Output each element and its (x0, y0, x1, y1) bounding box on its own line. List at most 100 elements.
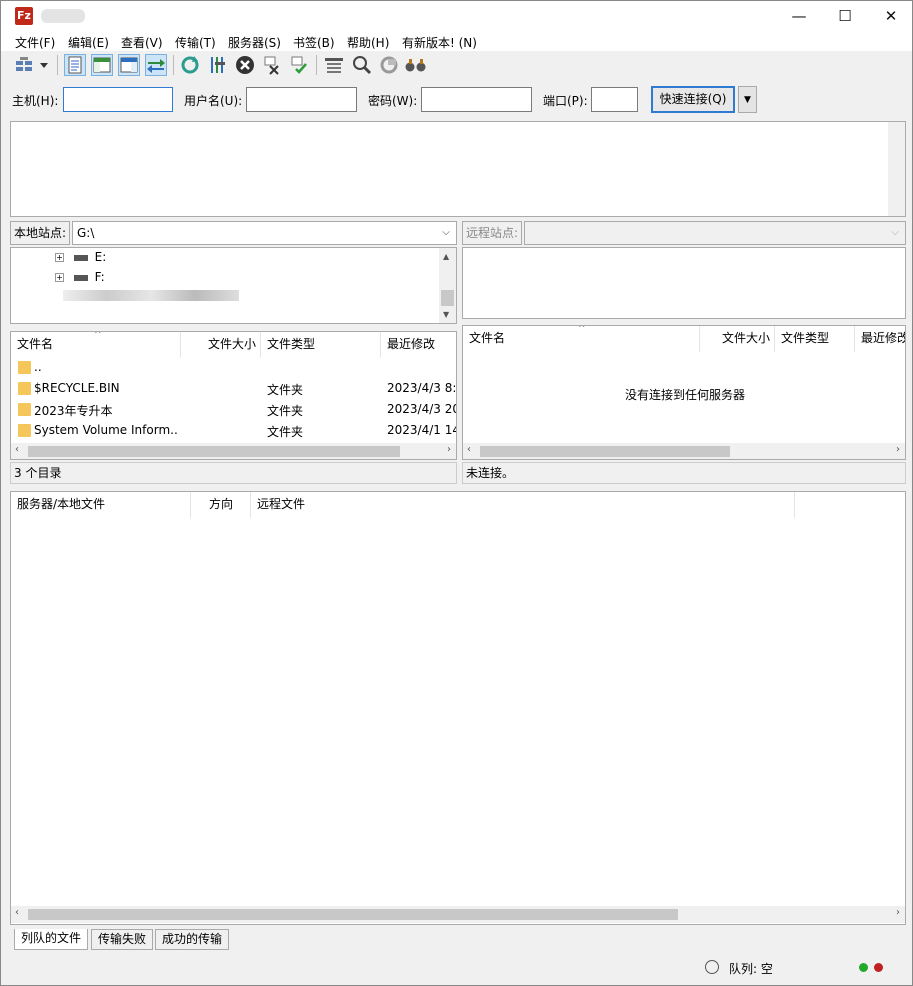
menu-server[interactable]: 服务器(S) (228, 34, 281, 51)
menu-help[interactable]: 帮助(H) (347, 34, 389, 51)
folder-icon (18, 424, 31, 437)
file-modified: 2023/4/3 20 (387, 402, 457, 416)
menu-view[interactable]: 查看(V) (121, 34, 163, 51)
queue-tabs: 列队的文件 传输失败 成功的传输 (1, 927, 912, 951)
remote-path-combo[interactable]: ⌵ (524, 221, 906, 245)
status-bar: 队列: 空 (1, 953, 912, 985)
drive-icon (73, 274, 88, 281)
col-filename[interactable]: 文件名 (463, 326, 700, 352)
col-filetype[interactable]: 文件类型 (261, 332, 381, 358)
blurred-title (41, 9, 85, 23)
expand-icon[interactable]: + (55, 253, 64, 262)
menu-file[interactable]: 文件(F) (15, 34, 55, 51)
col-filesize[interactable]: 文件大小 (700, 326, 775, 352)
site-manager-icon[interactable] (14, 54, 36, 76)
password-input[interactable] (421, 87, 532, 112)
tree-item-label: E: (94, 250, 107, 264)
port-input[interactable] (591, 87, 638, 112)
minimize-button[interactable]: — (776, 1, 822, 31)
col-modified[interactable]: 最近修改 (381, 332, 456, 358)
blurred-tree-item (63, 290, 239, 301)
remote-file-list[interactable]: ^ 文件名 文件大小 文件类型 最近修改 没有连接到任何服务器 ‹ › (462, 325, 906, 460)
local-tree-scrollbar[interactable]: ▲ ▼ (439, 248, 456, 323)
local-tree-icon[interactable] (91, 54, 113, 76)
receive-led-icon (874, 963, 883, 972)
menu-transfer[interactable]: 传输(T) (175, 34, 216, 51)
remote-tree-icon[interactable] (118, 54, 140, 76)
local-tree[interactable]: + E: + F: ▲ ▼ (10, 247, 457, 324)
file-name: .. (34, 360, 42, 374)
file-modified: 2023/4/3 8:1 (387, 381, 457, 395)
local-path-combo[interactable]: G:\ ⌵ (72, 221, 457, 245)
reconnect-icon[interactable] (288, 54, 310, 76)
local-site-bar: 本地站点: G:\ ⌵ (10, 221, 457, 245)
send-led-icon (859, 963, 868, 972)
col-server-local-file[interactable]: 服务器/本地文件 (11, 492, 191, 518)
compare-icon[interactable] (351, 54, 373, 76)
remote-site-bar: 远程站点: ⌵ (462, 221, 906, 245)
expand-icon[interactable]: + (55, 273, 64, 282)
queue-status: 队列: 空 (729, 962, 773, 976)
chevron-down-icon[interactable]: ⌵ (887, 222, 903, 244)
speed-limit-icon[interactable] (705, 960, 719, 974)
file-row[interactable]: $RECYCLE.BIN 文件夹 2023/4/3 8:1 (11, 378, 456, 399)
search-icon[interactable] (405, 54, 427, 76)
sync-browse-icon[interactable] (378, 54, 400, 76)
tab-queued-files[interactable]: 列队的文件 (14, 929, 89, 950)
col-filename[interactable]: 文件名 (11, 332, 181, 358)
tree-item-f[interactable]: + F: (55, 270, 105, 284)
port-label: 端口(P): (543, 94, 588, 108)
file-type: 文件夹 (267, 383, 304, 397)
col-modified[interactable]: 最近修改 (855, 326, 905, 352)
quickconnect-bar: 主机(H): 用户名(U): 密码(W): 端口(P): 快速连接(Q) ▼ (1, 81, 912, 117)
directory-filter-icon[interactable] (323, 54, 345, 76)
username-input[interactable] (246, 87, 357, 112)
col-filetype[interactable]: 文件类型 (775, 326, 855, 352)
transfer-queue-icon[interactable] (145, 54, 167, 76)
chevron-down-icon: ▼ (744, 95, 751, 105)
toolbar (1, 51, 912, 79)
folder-icon (18, 361, 31, 374)
local-path-value: G:\ (77, 226, 95, 240)
file-row[interactable]: 2023年专升本 文件夹 2023/4/3 20 (11, 399, 456, 420)
quickconnect-history-dropdown[interactable]: ▼ (738, 86, 757, 113)
message-log-icon[interactable] (64, 54, 86, 76)
col-filesize[interactable]: 文件大小 (181, 332, 261, 358)
local-file-list[interactable]: ^ 文件名 文件大小 文件类型 最近修改 .. $RECYCLE.BIN 文件夹… (10, 331, 457, 460)
col-remote-file[interactable]: 远程文件 (251, 492, 795, 518)
disconnect-icon[interactable] (261, 54, 283, 76)
filezilla-window: Fz — ☐ ✕ 文件(F) 编辑(E) 查看(V) 传输(T) 服务器(S) … (0, 0, 913, 986)
col-filesize-label: 文件大小 (207, 337, 256, 351)
col-direction[interactable]: 方向 (191, 492, 251, 518)
queue-hscrollbar[interactable]: ‹ › (11, 906, 905, 923)
col-filesize-label: 文件大小 (721, 331, 770, 345)
cancel-icon[interactable] (234, 54, 256, 76)
chevron-down-icon[interactable]: ⌵ (438, 222, 454, 244)
host-label: 主机(H): (12, 94, 59, 108)
file-row[interactable]: System Volume Inform... 文件夹 2023/4/1 14 (11, 420, 456, 441)
file-row[interactable]: .. (11, 357, 456, 378)
menu-bookmarks[interactable]: 书签(B) (293, 34, 335, 51)
file-type: 文件夹 (267, 425, 304, 439)
menu-edit[interactable]: 编辑(E) (68, 34, 109, 51)
local-site-label: 本地站点: (10, 221, 71, 245)
refresh-icon[interactable] (179, 54, 201, 76)
remote-tree[interactable] (462, 247, 906, 319)
file-modified: 2023/4/1 14 (387, 423, 457, 437)
local-list-hscrollbar[interactable]: ‹ › (11, 443, 456, 459)
close-button[interactable]: ✕ (868, 1, 912, 31)
dropdown-icon[interactable] (37, 54, 51, 76)
tab-successful-transfers[interactable]: 成功的传输 (155, 929, 230, 950)
host-input[interactable] (63, 87, 173, 112)
tab-failed-transfers[interactable]: 传输失败 (91, 929, 154, 950)
message-log[interactable] (10, 121, 906, 217)
transfer-queue[interactable]: 服务器/本地文件 方向 远程文件 ‹ › (10, 491, 906, 925)
log-scrollbar[interactable] (888, 122, 905, 216)
remote-list-hscrollbar[interactable]: ‹ › (463, 443, 905, 459)
process-queue-icon[interactable] (207, 54, 229, 76)
tree-item-e[interactable]: + E: (55, 250, 106, 264)
folder-icon (18, 403, 31, 416)
quickconnect-button[interactable]: 快速连接(Q) (651, 86, 735, 113)
menu-new-version[interactable]: 有新版本! (N) (402, 34, 477, 51)
maximize-button[interactable]: ☐ (822, 1, 868, 31)
